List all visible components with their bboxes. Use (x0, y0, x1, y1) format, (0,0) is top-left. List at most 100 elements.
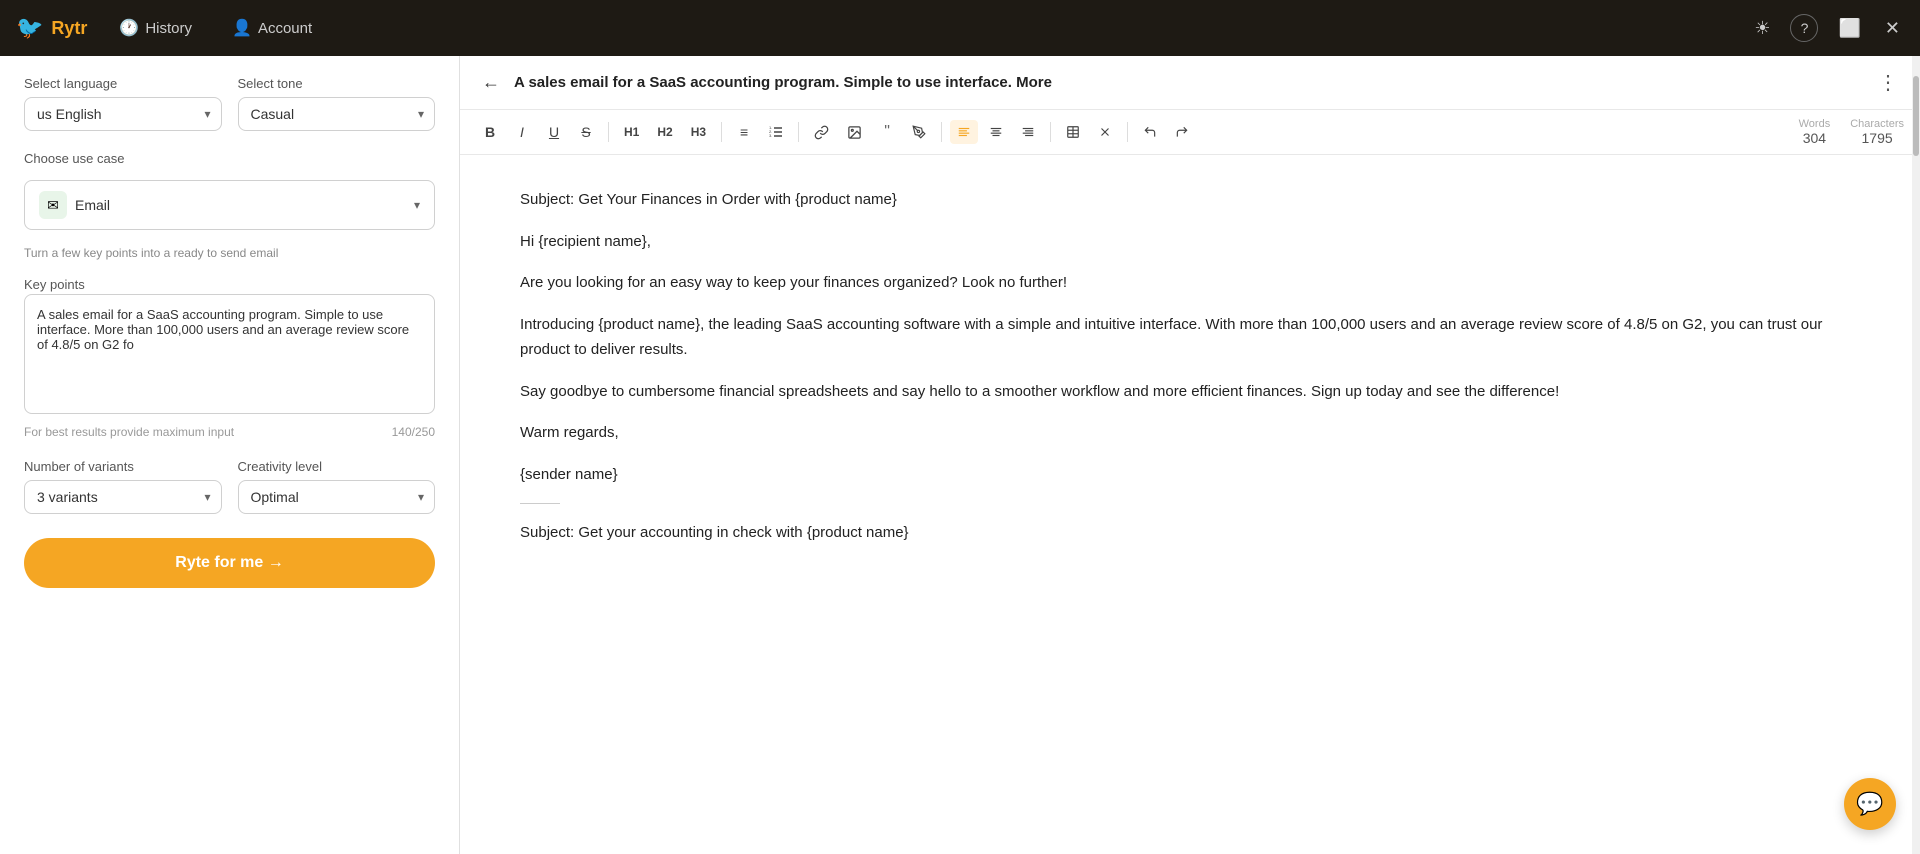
key-points-textarea[interactable] (24, 294, 435, 414)
toolbar-sep-2 (721, 122, 722, 142)
language-select-wrapper[interactable]: us English ▾ (24, 97, 222, 131)
h2-button[interactable]: H2 (650, 120, 679, 144)
editor-header: ← A sales email for a SaaS accounting pr… (460, 56, 1920, 110)
h3-button[interactable]: H3 (684, 120, 713, 144)
align-left-button[interactable] (950, 120, 978, 144)
redo-button[interactable] (1168, 120, 1196, 144)
align-right-button[interactable] (1014, 120, 1042, 144)
sidebar-content: Select language us English ▾ Select tone… (0, 56, 459, 854)
characters-count: Characters 1795 (1850, 118, 1904, 146)
back-button[interactable]: ← (480, 70, 502, 95)
variants-creativity-row: Number of variants 3 variants ▾ Creativi… (24, 459, 435, 514)
email-divider (520, 503, 560, 504)
creativity-select[interactable]: Optimal (239, 481, 435, 513)
words-label: Words (1799, 118, 1831, 130)
email-sender: {sender name} (520, 462, 1852, 488)
svg-text:3.: 3. (769, 133, 772, 138)
top-nav: 🐦 Rytr 🕐 History 👤 Account ☀ ? ⬜ ✕ (0, 0, 1920, 56)
close-button[interactable]: ✕ (1881, 14, 1904, 43)
bullet-list-button[interactable]: ≡ (730, 119, 758, 145)
language-label: Select language (24, 76, 222, 91)
email-closing: Warm regards, (520, 420, 1852, 446)
italic-button[interactable]: I (508, 119, 536, 145)
variants-label: Number of variants (24, 459, 222, 474)
use-case-label: Choose use case (24, 151, 435, 166)
use-case-group: Choose use case ✉ Email ▾ (24, 151, 435, 238)
clear-format-button[interactable] (1091, 120, 1119, 144)
toolbar-sep-4 (941, 122, 942, 142)
nav-account-label: Account (258, 20, 312, 37)
editor-body: Subject: Get Your Finances in Order with… (460, 155, 1920, 854)
key-points-count: 140/250 (392, 425, 435, 439)
tone-select-wrapper[interactable]: Casual ▾ (238, 97, 436, 131)
toolbar-sep-3 (798, 122, 799, 142)
creativity-select-wrapper[interactable]: Optimal ▾ (238, 480, 436, 514)
main-layout: Select language us English ▾ Select tone… (0, 56, 1920, 854)
logo[interactable]: 🐦 Rytr (16, 15, 87, 41)
brightness-button[interactable]: ☀ (1750, 14, 1774, 43)
toolbar-sep-5 (1050, 122, 1051, 142)
key-points-label: Key points (24, 277, 85, 292)
key-points-group: Key points For best results provide maxi… (24, 276, 435, 439)
use-case-chevron-icon: ▾ (414, 198, 420, 212)
characters-value: 1795 (1862, 130, 1893, 146)
language-field-group: Select language us English ▾ (24, 76, 222, 131)
language-tone-row: Select language us English ▾ Select tone… (24, 76, 435, 131)
highlight-button[interactable] (905, 120, 933, 144)
email-greeting: Hi {recipient name}, (520, 229, 1852, 255)
toolbar-sep-1 (608, 122, 609, 142)
strikethrough-button[interactable]: S (572, 119, 600, 145)
table-button[interactable] (1059, 120, 1087, 144)
variants-select[interactable]: 3 variants (25, 481, 221, 513)
variants-select-wrapper[interactable]: 3 variants ▾ (24, 480, 222, 514)
logo-icon: 🐦 (16, 15, 43, 41)
use-case-text: Email (75, 197, 406, 213)
toolbar-sep-6 (1127, 122, 1128, 142)
tone-select[interactable]: Casual (239, 98, 435, 130)
creativity-label: Creativity level (238, 459, 436, 474)
email-opening: Are you looking for an easy way to keep … (520, 270, 1852, 296)
nav-history[interactable]: 🕐 History (111, 14, 200, 42)
more-options-button[interactable]: ⋮ (1876, 68, 1900, 97)
align-center-button[interactable] (982, 120, 1010, 144)
email-pitch: Say goodbye to cumbersome financial spre… (520, 379, 1852, 405)
email-subject-1: Subject: Get Your Finances in Order with… (520, 187, 1852, 213)
tone-field-group: Select tone Casual ▾ (238, 76, 436, 131)
word-count-display: Words 304 Characters 1795 (1799, 118, 1904, 146)
help-button[interactable]: ? (1790, 14, 1818, 42)
editor-title: A sales email for a SaaS accounting prog… (514, 74, 1864, 91)
use-case-icon: ✉ (39, 191, 67, 219)
quote-button[interactable]: " (873, 118, 901, 146)
key-points-hint: For best results provide maximum input (24, 425, 234, 439)
words-count: Words 304 (1799, 118, 1831, 146)
use-case-description: Turn a few key points into a ready to se… (24, 246, 435, 260)
creativity-group: Creativity level Optimal ▾ (238, 459, 436, 514)
characters-label: Characters (1850, 118, 1904, 130)
ordered-list-button[interactable]: 1.2.3. (762, 120, 790, 144)
undo-button[interactable] (1136, 120, 1164, 144)
email-subject-2: Subject: Get your accounting in check wi… (520, 520, 1852, 546)
bold-button[interactable]: B (476, 119, 504, 145)
nav-actions: ☀ ? ⬜ ✕ (1750, 14, 1904, 43)
h1-button[interactable]: H1 (617, 120, 646, 144)
link-button[interactable] (807, 120, 836, 145)
ryte-for-me-button[interactable]: Ryte for me → (24, 538, 435, 588)
words-value: 304 (1803, 130, 1826, 146)
email-intro: Introducing {product name}, the leading … (520, 312, 1852, 363)
use-case-select[interactable]: ✉ Email ▾ (24, 180, 435, 230)
language-select[interactable]: us English (25, 98, 221, 130)
external-link-button[interactable]: ⬜ (1834, 14, 1864, 43)
key-points-meta: For best results provide maximum input 1… (24, 425, 435, 439)
sidebar: Select language us English ▾ Select tone… (0, 56, 460, 854)
underline-button[interactable]: U (540, 119, 568, 145)
editor-panel: ← A sales email for a SaaS accounting pr… (460, 56, 1920, 854)
image-button[interactable] (840, 120, 869, 145)
editor-toolbar: B I U S H1 H2 H3 ≡ 1.2.3. " (460, 110, 1920, 155)
tone-label: Select tone (238, 76, 436, 91)
logo-text: Rytr (51, 18, 87, 39)
chat-bubble-button[interactable]: 💬 (1844, 778, 1896, 830)
editor-content-area[interactable]: Subject: Get Your Finances in Order with… (460, 155, 1912, 854)
nav-history-label: History (145, 20, 192, 37)
account-icon: 👤 (232, 18, 252, 38)
nav-account[interactable]: 👤 Account (224, 14, 320, 42)
